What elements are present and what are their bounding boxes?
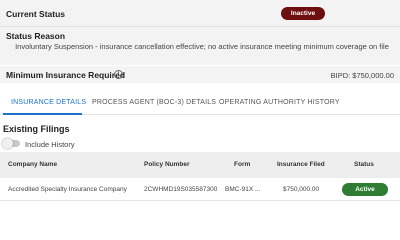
status-reason-section: Status Reason Involuntary Suspension - i… (0, 27, 400, 65)
table-header: Company Name Policy Number Form Insuranc… (0, 152, 400, 178)
minimum-insurance-row: Minimum Insurance Required i BIPD: $750,… (0, 66, 400, 83)
toggle-knob (2, 138, 13, 149)
cell-company-name: Accredited Specialty Insurance Company (8, 186, 127, 193)
tab-operating-authority-history[interactable]: OPERATING AUTHORITY HISTORY (219, 99, 340, 106)
include-history-label: Include History (25, 140, 75, 149)
cell-form: BMC-91X ... (225, 186, 261, 193)
status-reason-text: Involuntary Suspension - insurance cance… (15, 42, 389, 51)
active-tab-indicator (3, 113, 82, 115)
existing-filings-title: Existing Filings (3, 124, 70, 134)
tab-insurance-details[interactable]: INSURANCE DETAILS (11, 99, 86, 106)
column-header-status[interactable]: Status (354, 161, 374, 168)
column-header-form[interactable]: Form (234, 161, 250, 168)
info-icon[interactable]: i (114, 70, 123, 79)
column-header-insurance-filed[interactable]: Insurance Filed (277, 161, 325, 168)
table-row[interactable]: Accredited Specialty Insurance Company 2… (0, 179, 400, 201)
current-status-row: Current Status Inactive (0, 0, 400, 27)
minimum-insurance-value: BIPD: $750,000.00 (330, 71, 394, 80)
include-history-toggle[interactable] (2, 138, 20, 149)
details-tabs: INSURANCE DETAILS PROCESS AGENT (BOC-3) … (0, 92, 400, 115)
cell-policy-number: 2CWHMD19S035587300 (144, 186, 218, 193)
tab-process-agent-details[interactable]: PROCESS AGENT (BOC-3) DETAILS (92, 99, 216, 106)
status-reason-label: Status Reason (6, 31, 66, 41)
column-header-company[interactable]: Company Name (8, 161, 57, 168)
filings-table: Company Name Policy Number Form Insuranc… (0, 152, 400, 202)
column-header-policy[interactable]: Policy Number (144, 161, 190, 168)
inactive-status-badge: Inactive (281, 7, 325, 20)
active-status-badge: Active (342, 183, 388, 196)
cell-insurance-filed: $750,000.00 (283, 186, 320, 193)
minimum-insurance-label: Minimum Insurance Required (6, 70, 126, 80)
current-status-label: Current Status (6, 9, 66, 19)
